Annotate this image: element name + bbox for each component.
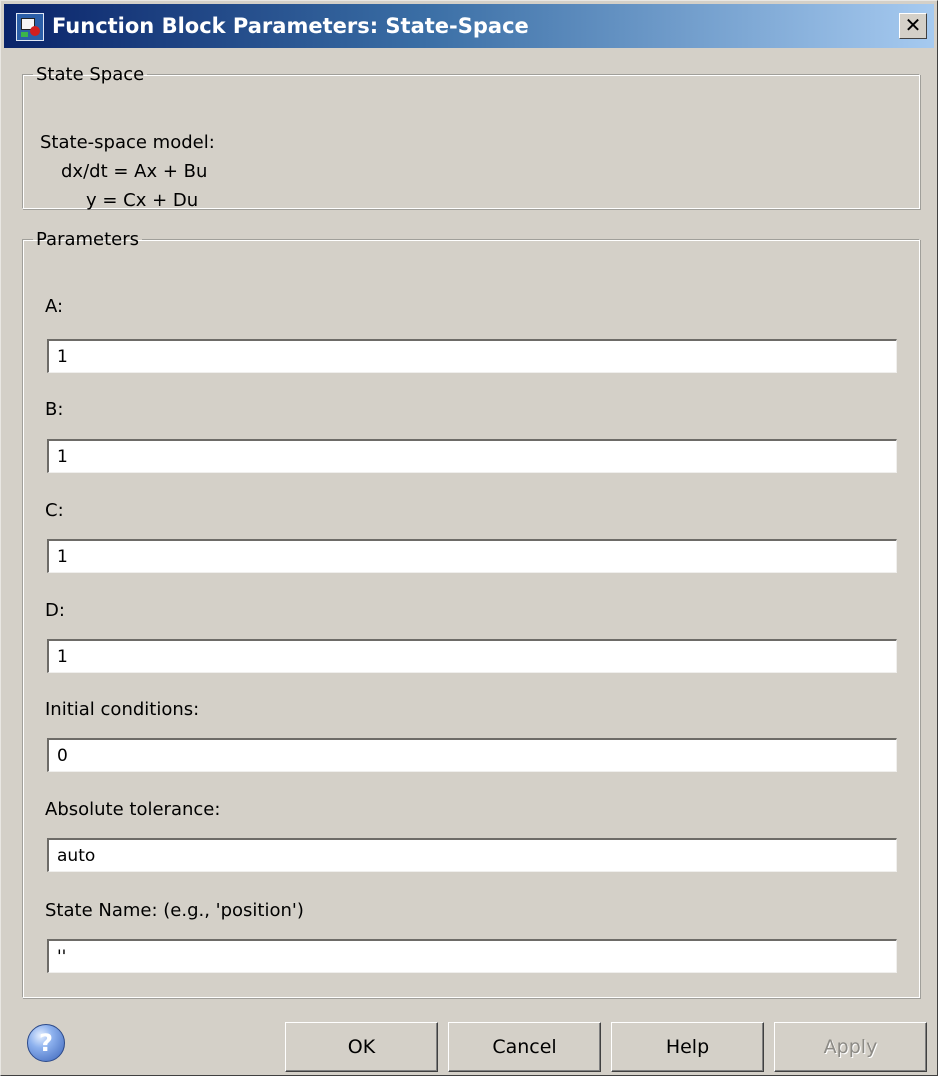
close-icon[interactable]: ✕ [899,13,927,39]
ok-button[interactable]: OK [285,1022,438,1072]
apply-button[interactable]: Apply [774,1022,927,1072]
title-bar[interactable]: Function Block Parameters: State-Space ✕ [4,4,934,48]
model-description: State-space model: [40,132,215,153]
output-equation: y = Cx + Du [86,190,199,211]
parameters-group: Parameters A: B: C: D: Initial condition… [22,229,920,998]
param-d-label: D: [45,600,65,621]
absolute-tolerance-label: Absolute tolerance: [45,799,221,820]
parameters-legend: Parameters [36,229,140,250]
state-space-legend: State Space [36,64,145,85]
param-a-input[interactable] [47,339,897,373]
state-name-input[interactable] [47,939,897,973]
param-b-label: B: [45,399,64,420]
state-space-group: State Space State-space model: dx/dt = A… [22,64,920,211]
absolute-tolerance-input[interactable] [47,838,897,872]
state-equation: dx/dt = Ax + Bu [61,161,208,182]
state-name-label: State Name: (e.g., 'position') [45,900,304,921]
param-c-label: C: [45,500,64,521]
param-c-input[interactable] [47,539,897,573]
param-a-label: A: [45,296,64,317]
cancel-button[interactable]: Cancel [448,1022,601,1072]
dialog-window: Function Block Parameters: State-Space ✕… [0,0,938,1076]
param-b-input[interactable] [47,439,897,473]
window-title: Function Block Parameters: State-Space [52,14,529,38]
help-question-icon[interactable]: ? [27,1024,65,1062]
help-button[interactable]: Help [611,1022,764,1072]
simulink-block-icon [16,13,44,41]
param-d-input[interactable] [47,639,897,673]
initial-conditions-label: Initial conditions: [45,699,200,720]
initial-conditions-input[interactable] [47,738,897,772]
